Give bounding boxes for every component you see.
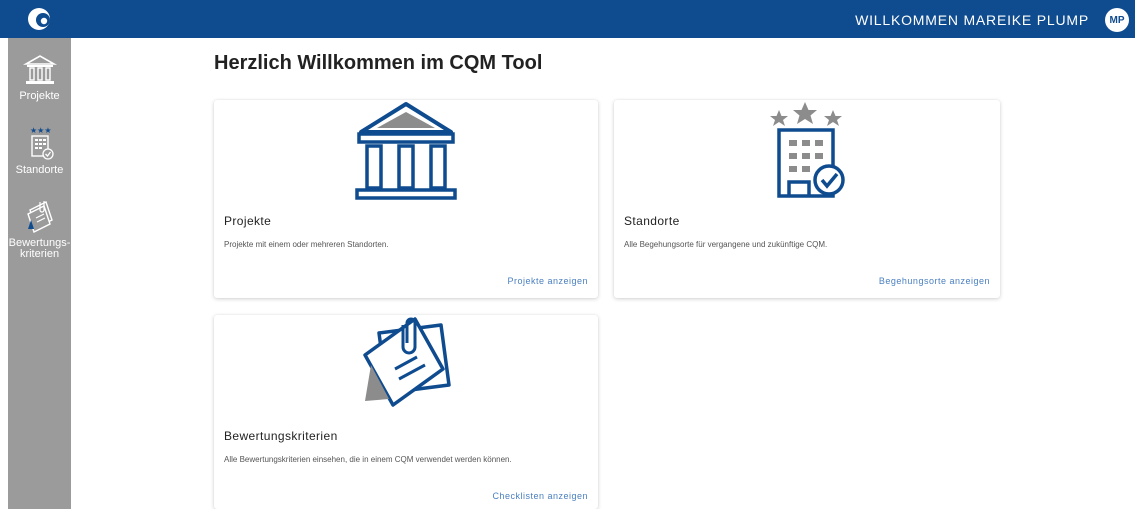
card-description: Alle Begehungsorte für vergangene und zu… [624,240,828,249]
card-projekte: Projekte Projekte mit einem oder mehrere… [214,100,598,298]
page-title: Herzlich Willkommen im CQM Tool [214,52,543,74]
building-columns-icon [355,102,457,200]
card-illustration [214,315,598,425]
card-title: Projekte [224,214,272,228]
sidebar-item-label: Standorte [15,164,64,176]
card-description: Alle Bewertungskriterien einsehen, die i… [224,455,512,464]
welcome-text: WILLKOMMEN MAREIKE PLUMP [855,12,1089,28]
top-bar: WILLKOMMEN MAREIKE PLUMP MP [0,0,1135,38]
svg-text:★★★: ★★★ [30,126,52,135]
card-bewertungskriterien: Bewertungskriterien Alle Bewertungskrite… [214,315,598,509]
sidebar-item-bewertungskriterien[interactable]: Bewertungs- kriterien [8,196,71,260]
card-description: Projekte mit einem oder mehreren Standor… [224,240,389,249]
card-illustration [614,100,1000,210]
card-illustration [214,100,598,210]
app-logo-icon[interactable] [26,6,52,32]
sidebar-item-label-line2: kriterien [19,248,60,260]
show-projects-link[interactable]: Projekte anzeigen [507,276,588,286]
building-stars-check-icon [770,102,845,198]
clipped-documents-icon [363,317,451,407]
card-title: Bewertungskriterien [224,429,338,443]
sidebar-item-projekte[interactable]: Projekte [8,52,71,102]
building-columns-icon [22,55,57,84]
card-standorte: Standorte Alle Begehungsorte für vergang… [614,100,1000,298]
sidebar-item-standorte[interactable]: ★★★ Standorte [8,124,71,176]
card-title: Standorte [624,214,680,228]
sidebar-item-label: Projekte [19,90,60,102]
show-checklists-link[interactable]: Checklisten anzeigen [492,491,588,501]
clipped-documents-icon [26,201,53,233]
building-stars-check-icon: ★★★ [30,126,54,160]
avatar[interactable]: MP [1105,8,1129,32]
sidebar: Projekte ★★★ Standorte Bewertungs- krite… [8,38,71,509]
show-sites-link[interactable]: Begehungsorte anzeigen [879,276,990,286]
